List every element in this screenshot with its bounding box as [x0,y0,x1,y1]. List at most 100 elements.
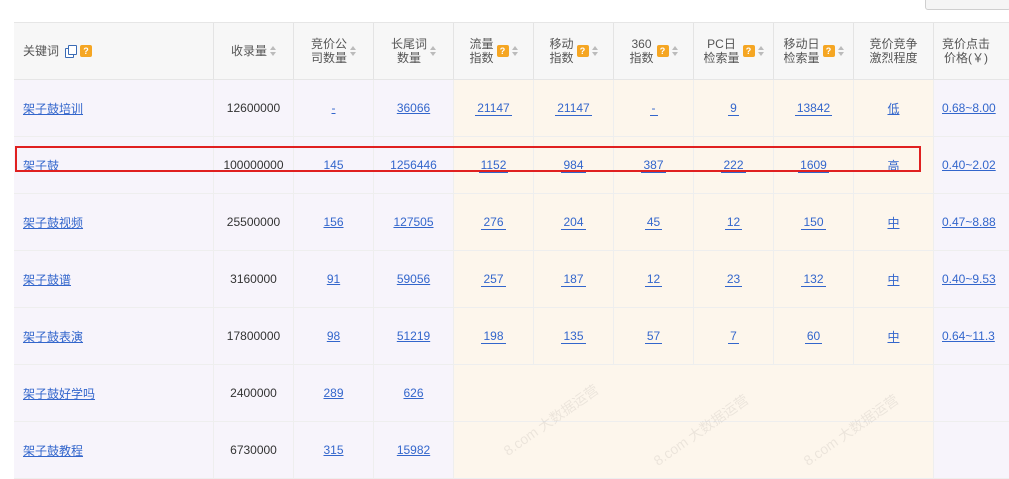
competition-link[interactable]: 中 [887,328,899,345]
sort-icon[interactable] [350,45,356,57]
keyword-link[interactable]: 架子鼓视频 [23,214,83,231]
mobile-daily-link[interactable]: 150 [801,215,826,230]
column-header-6[interactable]: 360 指数? [614,23,694,79]
indexed-count: 6730000 [230,443,277,457]
keyword-link[interactable]: 架子鼓 [23,157,59,174]
column-header-label: 流量 [469,37,494,51]
column-header-4[interactable]: 流量 指数? [454,23,534,79]
keyword-link[interactable]: 架子鼓谱 [23,271,71,288]
column-header-7[interactable]: PC日 检索量? [694,23,774,79]
mobile-index-link[interactable]: 135 [561,329,586,344]
traffic-index-link[interactable]: 21147 [475,101,512,116]
table-cell: 1152 [454,137,534,193]
price-link[interactable]: 0.68~8.00 [942,101,996,115]
traffic-index-link[interactable]: 257 [481,272,506,287]
price-link[interactable]: 0.40~2.02 [942,158,996,172]
longtail-link[interactable]: 59056 [397,272,430,286]
sort-icon[interactable] [757,45,764,57]
mobile-index-link[interactable]: 21147 [555,101,592,116]
bid-companies-link[interactable]: 289 [323,386,343,400]
keyword-link[interactable]: 架子鼓好学吗 [23,385,95,402]
table-cell: 7 [694,308,774,364]
sort-icon[interactable] [671,45,678,57]
index-360-link[interactable]: 12 [644,272,663,287]
sort-icon[interactable] [430,45,436,57]
bid-companies-link[interactable]: 145 [323,158,343,172]
top-right-button[interactable] [925,0,1009,10]
table-cell: 中 [854,251,934,307]
help-icon[interactable]: ? [80,45,93,57]
mobile-index-link[interactable]: 984 [561,158,586,173]
sort-icon[interactable] [270,45,276,57]
table-cell: 289 [294,365,374,421]
table-cell: 架子鼓好学吗 [14,365,214,421]
help-icon[interactable]: ? [822,45,835,57]
pc-daily-link[interactable]: 12 [724,215,743,230]
mobile-daily-link[interactable]: 132 [801,272,826,287]
table-cell: 15982 [374,422,454,478]
table-cell: 36066 [374,80,454,136]
competition-link[interactable]: 中 [887,271,899,288]
help-icon[interactable]: ? [496,45,509,57]
longtail-link[interactable]: 36066 [397,101,430,115]
column-header-2[interactable]: 竞价公 司数量 [294,23,374,79]
copy-icon[interactable] [65,44,78,58]
pc-daily-link[interactable]: 9 [728,101,739,116]
keyword-link[interactable]: 架子鼓表演 [23,328,83,345]
help-icon[interactable]: ? [576,45,589,57]
mobile-daily-link[interactable]: 60 [804,329,823,344]
traffic-index-link[interactable]: 1152 [478,158,509,173]
longtail-link[interactable]: 127505 [393,215,433,229]
traffic-index-link[interactable]: 276 [481,215,506,230]
help-icon[interactable]: ? [742,45,755,57]
table-cell: 17800000 [214,308,294,364]
traffic-index-link[interactable]: 198 [481,329,506,344]
column-header-label: 竞价点击 [942,37,991,51]
keyword-link[interactable]: 架子鼓培训 [23,100,83,117]
price-link[interactable]: 0.40~9.53 [942,272,996,286]
table-cell: 12600000 [214,80,294,136]
table-cell: 91 [294,251,374,307]
column-header-3[interactable]: 长尾词 数量 [374,23,454,79]
table-cell: 257 [454,251,534,307]
indexed-count: 25500000 [226,215,281,229]
mobile-daily-link[interactable]: 1609 [798,158,829,173]
sort-icon[interactable] [591,45,598,57]
pc-daily-link[interactable]: 222 [721,158,746,173]
index-360-link[interactable]: 387 [641,158,666,173]
mobile-daily-link[interactable]: 13842 [794,101,833,116]
competition-link[interactable]: 中 [887,214,899,231]
index-360-link[interactable]: 57 [644,329,663,344]
bid-companies-link[interactable]: 98 [327,329,340,343]
longtail-link[interactable]: 51219 [397,329,430,343]
price-link[interactable]: 0.47~8.88 [942,215,996,229]
index-360-link[interactable]: 45 [644,215,663,230]
bid-companies-link[interactable]: 156 [323,215,343,229]
bid-companies-link[interactable]: 91 [327,272,340,286]
competition-link[interactable]: 高 [887,157,899,174]
help-icon[interactable]: ? [656,45,669,57]
index-360-link[interactable]: - [649,101,658,116]
longtail-link[interactable]: 1256446 [390,158,437,172]
table-cell: 100000000 [214,137,294,193]
column-header-5[interactable]: 移动 指数? [534,23,614,79]
price-link[interactable]: 0.64~11.3 [942,329,995,343]
keyword-link[interactable]: 架子鼓教程 [23,442,83,459]
bid-companies-link[interactable]: - [332,101,336,115]
mobile-index-link[interactable]: 204 [561,215,586,230]
pc-daily-link[interactable]: 23 [724,272,743,287]
table-cell [454,422,534,478]
column-header-8[interactable]: 移动日 检索量? [774,23,854,79]
table-cell: 21147 [454,80,534,136]
column-header-1[interactable]: 收录量 [214,23,294,79]
mobile-index-link[interactable]: 187 [561,272,586,287]
sort-icon[interactable] [837,45,844,57]
longtail-link[interactable]: 15982 [397,443,430,457]
longtail-link[interactable]: 626 [403,386,423,400]
sort-icon[interactable] [511,45,518,57]
table-cell: 12 [614,251,694,307]
bid-companies-link[interactable]: 315 [323,443,343,457]
pc-daily-link[interactable]: 7 [728,329,739,344]
competition-link[interactable]: 低 [887,100,899,117]
table-cell: 中 [854,194,934,250]
